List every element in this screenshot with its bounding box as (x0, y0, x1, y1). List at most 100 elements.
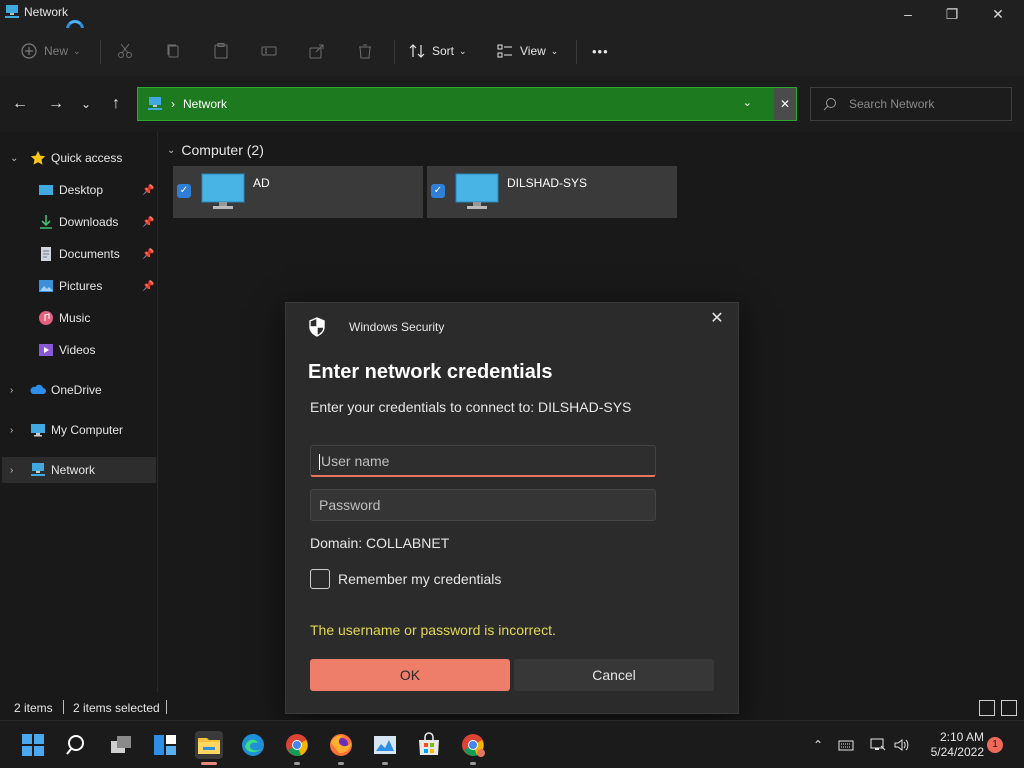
desktop-icon (39, 185, 53, 195)
shield-icon (309, 317, 325, 337)
widgets-icon[interactable] (151, 731, 179, 759)
remember-credentials-label[interactable]: Remember my credentials (338, 571, 501, 587)
password-field[interactable]: Password (310, 489, 656, 521)
running-app-indicator (470, 762, 476, 765)
group-header-label: Computer (2) (181, 142, 264, 158)
chevron-down-icon: ⌄ (73, 45, 81, 56)
back-arrow-icon[interactable]: ← (10, 94, 30, 114)
dialog-heading: Enter network credentials (308, 361, 553, 383)
sidebar-item-label: Quick access (51, 151, 123, 165)
delete-button[interactable] (356, 38, 374, 64)
minimize-button[interactable]: – (898, 4, 918, 24)
close-dialog-button[interactable]: ✕ (706, 308, 728, 330)
clock[interactable]: 2:10 AM 5/24/2022 (922, 730, 984, 760)
search-icon[interactable] (63, 731, 91, 759)
expand-chevron-icon[interactable]: › (10, 425, 13, 436)
search-box[interactable]: Search Network (810, 87, 1012, 121)
sidebar-item-desktop[interactable]: Desktop 📌 (2, 177, 156, 203)
recent-locations-chevron-icon[interactable]: ⌄ (76, 94, 96, 114)
chevron-down-icon: ⌄ (459, 45, 467, 56)
address-history-chevron-icon[interactable]: ⌄ (743, 96, 752, 109)
forward-arrow-icon[interactable]: → (46, 94, 66, 114)
group-header[interactable]: ⌄ Computer (2) (167, 142, 264, 158)
new-button[interactable]: New ⌄ (20, 38, 81, 64)
item-count: 2 items (14, 701, 53, 715)
sidebar-item-network[interactable]: › Network (2, 457, 156, 483)
copy-button[interactable] (164, 38, 182, 64)
computer-item-ad[interactable]: ✓ AD (173, 166, 423, 218)
computer-item-dilshad-sys[interactable]: ✓ DILSHAD-SYS (427, 166, 677, 218)
cut-button[interactable] (116, 38, 134, 64)
running-app-indicator (294, 762, 300, 765)
restore-button[interactable]: ❐ (942, 4, 962, 24)
sidebar-item-quick-access[interactable]: ⌄ Quick access (2, 145, 156, 171)
videos-icon (39, 344, 53, 356)
music-icon (39, 311, 53, 325)
tiles-view-icon[interactable] (1001, 700, 1017, 716)
windows-security-dialog: Windows Security ✕ Enter network credent… (285, 302, 739, 714)
view-label: View (520, 44, 546, 58)
search-input[interactable]: Search Network (849, 97, 934, 111)
sidebar-item-my-computer[interactable]: › My Computer (2, 417, 156, 443)
sidebar-item-documents[interactable]: Documents 📌 (2, 241, 156, 267)
show-hidden-icons-chevron-icon[interactable]: ⌃ (810, 737, 826, 753)
chrome-profile-icon[interactable] (459, 731, 487, 759)
up-arrow-icon[interactable]: ↑ (106, 94, 126, 114)
network-icon (31, 463, 45, 476)
computer-icon (31, 424, 45, 437)
sidebar-item-downloads[interactable]: Downloads 📌 (2, 209, 156, 235)
clock-date: 5/24/2022 (930, 745, 984, 759)
paste-button[interactable] (212, 38, 230, 64)
view-button[interactable]: View ⌄ (496, 38, 558, 64)
close-window-button[interactable]: ✕ (988, 4, 1008, 24)
remember-credentials-checkbox[interactable] (310, 569, 330, 589)
collapse-chevron-icon[interactable]: ⌄ (167, 145, 175, 156)
expand-chevron-icon[interactable]: › (10, 385, 13, 396)
expand-chevron-icon[interactable]: ⌄ (10, 153, 18, 164)
windows-start-icon[interactable] (19, 731, 47, 759)
firefox-icon[interactable] (327, 731, 355, 759)
breadcrumb-separator-icon: › (171, 97, 175, 111)
network-status-icon[interactable] (870, 737, 886, 753)
task-manager-icon[interactable] (371, 731, 399, 759)
cancel-button[interactable]: Cancel (514, 659, 714, 691)
clear-address-button[interactable]: ✕ (774, 88, 796, 120)
sidebar-item-pictures[interactable]: Pictures 📌 (2, 273, 156, 299)
notification-badge[interactable]: 1 (987, 737, 1003, 753)
details-view-icon[interactable] (979, 700, 995, 716)
address-bar[interactable]: › Network ⌄ ✕ (137, 87, 797, 121)
sidebar-item-onedrive[interactable]: › OneDrive (2, 377, 156, 403)
breadcrumb-network[interactable]: Network (183, 97, 227, 111)
expand-chevron-icon[interactable]: › (10, 465, 13, 476)
rename-button[interactable] (260, 38, 278, 64)
onedrive-icon (30, 384, 46, 394)
edge-icon[interactable] (239, 731, 267, 759)
keyboard-icon[interactable] (838, 737, 854, 753)
sidebar-item-music[interactable]: Music (2, 305, 156, 331)
documents-icon (41, 247, 51, 261)
computer-name: DILSHAD-SYS (507, 176, 588, 190)
item-checkbox[interactable]: ✓ (431, 184, 445, 198)
item-checkbox[interactable]: ✓ (177, 184, 191, 198)
more-options-button[interactable]: ••• (592, 38, 609, 64)
dialog-title: Windows Security (349, 320, 445, 334)
ok-button[interactable]: OK (310, 659, 510, 691)
volume-icon[interactable] (893, 737, 909, 753)
window-title: Network (24, 5, 69, 19)
rename-icon (261, 46, 277, 56)
file-explorer-icon[interactable] (195, 731, 223, 759)
downloads-icon (40, 215, 52, 229)
store-icon[interactable] (415, 731, 443, 759)
sidebar-item-videos[interactable]: Videos (2, 337, 156, 363)
share-button[interactable] (308, 38, 326, 64)
search-icon (823, 98, 836, 111)
sidebar-item-label: OneDrive (51, 383, 102, 397)
chrome-icon[interactable] (283, 731, 311, 759)
username-field[interactable]: User name (310, 445, 656, 477)
divider (166, 700, 167, 714)
plus-circle-icon (21, 43, 37, 59)
username-placeholder: User name (321, 453, 390, 469)
sort-button[interactable]: Sort ⌄ (408, 38, 467, 64)
task-view-icon[interactable] (107, 731, 135, 759)
monitor-icon (201, 173, 245, 209)
